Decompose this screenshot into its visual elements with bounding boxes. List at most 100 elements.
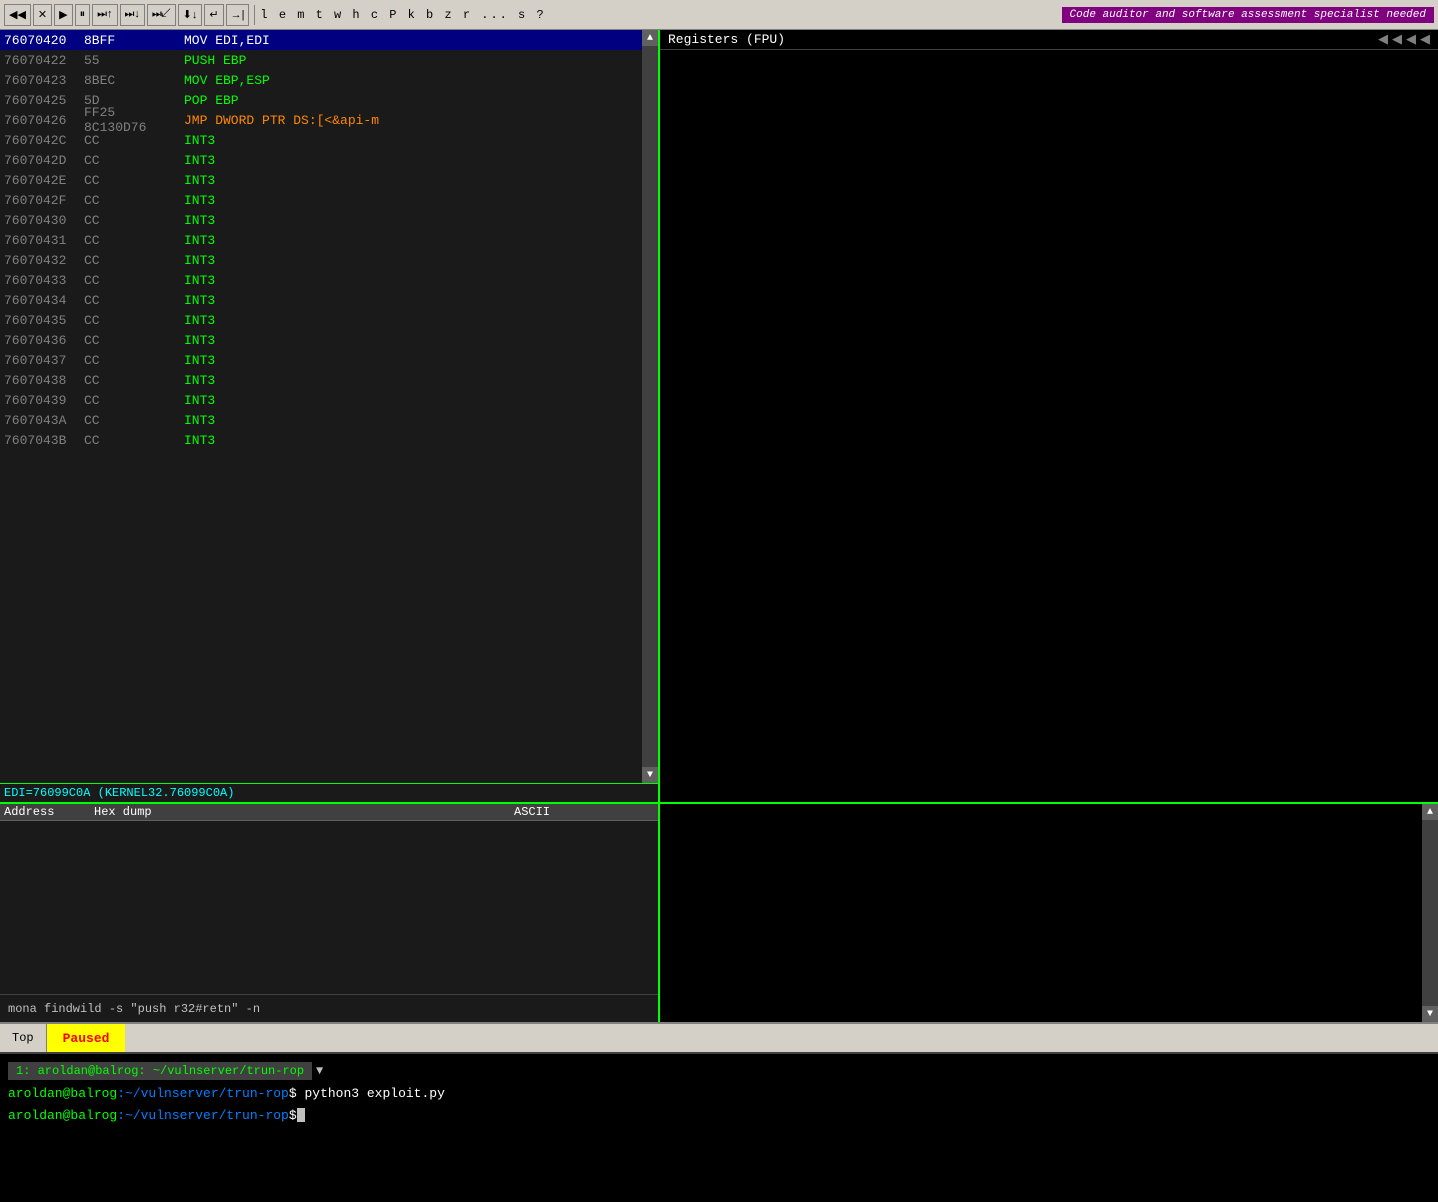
disasm-row[interactable]: 76070431CCINT3 [0, 230, 642, 250]
status-top-label: Top [0, 1024, 47, 1052]
disasm-bytes: CC [84, 313, 184, 328]
disasm-mnemonic: INT3 [184, 153, 638, 168]
hex-panel: Address Hex dump ASCII [0, 804, 660, 1022]
reg-arrow-left3[interactable]: ◀ [1406, 32, 1416, 47]
disasm-row[interactable]: 76070436CCINT3 [0, 330, 642, 350]
disasm-row[interactable]: 76070438CCINT3 [0, 370, 642, 390]
scroll-down-arrow[interactable]: ▼ [642, 767, 658, 783]
disasm-row[interactable]: 7607042255PUSH EBP [0, 50, 642, 70]
term-cmd-1: $ python3 exploit.py [289, 1086, 445, 1101]
disasm-bytes: CC [84, 393, 184, 408]
disasm-row[interactable]: 760704238BECMOV EBP,ESP [0, 70, 642, 90]
disasm-bytes: CC [84, 253, 184, 268]
disasm-row[interactable]: 76070437CCINT3 [0, 350, 642, 370]
disasm-row[interactable]: 7607043ACCINT3 [0, 410, 642, 430]
hex-col-dump-header: Hex dump [94, 805, 514, 819]
disasm-bytes: CC [84, 193, 184, 208]
hex-col-ascii-header: ASCII [514, 805, 654, 819]
stack-scroll-down[interactable]: ▼ [1422, 1006, 1438, 1022]
disasm-address: 7607042E [4, 173, 84, 188]
toolbar-step-out[interactable]: ⏭↙ [147, 4, 176, 26]
disasm-row[interactable]: 7607042CCCINT3 [0, 130, 642, 150]
disasm-mnemonic: INT3 [184, 273, 638, 288]
terminal-line-2: aroldan@balrog:~/vulnserver/trun-rop$ [8, 1104, 1430, 1126]
toolbar-execute[interactable]: ↵ [204, 4, 223, 26]
disasm-mnemonic: INT3 [184, 313, 638, 328]
disasm-bytes: CC [84, 133, 184, 148]
disasm-mnemonic: INT3 [184, 393, 638, 408]
disasm-address: 76070423 [4, 73, 84, 88]
disasm-address: 76070434 [4, 293, 84, 308]
disasm-address: 76070431 [4, 233, 84, 248]
disasm-row[interactable]: 7607042FCCINT3 [0, 190, 642, 210]
toolbar-step-over[interactable]: ⏭↓ [120, 4, 145, 26]
command-area [0, 994, 658, 1022]
disasm-address: 76070435 [4, 313, 84, 328]
disasm-mnemonic: MOV EDI,EDI [184, 33, 638, 48]
toolbar-play[interactable]: ▶ [54, 4, 72, 26]
toolbar-stop[interactable]: ✕ [33, 4, 52, 26]
registers-panel: Registers (FPU) ◀ ◀ ◀ ◀ [660, 30, 1438, 802]
toolbar-rewind[interactable]: ◀◀ [4, 4, 31, 26]
disasm-status: EDI=76099C0A (KERNEL32.76099C0A) [0, 783, 658, 802]
disasm-mnemonic: INT3 [184, 413, 638, 428]
toolbar-pause[interactable]: ⏸ [75, 4, 91, 26]
terminal-cursor [297, 1108, 305, 1122]
disasm-row[interactable]: 76070434CCINT3 [0, 290, 642, 310]
disasm-mnemonic: INT3 [184, 433, 638, 448]
disasm-bytes: CC [84, 333, 184, 348]
bottom-status-bar: Top Paused [0, 1022, 1438, 1052]
toolbar-trace[interactable]: →| [226, 4, 250, 26]
stack-scroll-up[interactable]: ▲ [1422, 804, 1438, 820]
terminal-tab[interactable]: 1: aroldan@balrog: ~/vulnserver/trun-rop… [8, 1060, 1430, 1082]
toolbar-run-to[interactable]: ⬇↓ [178, 4, 203, 26]
disasm-address: 76070436 [4, 333, 84, 348]
disasm-wrapper: 760704208BFFMOV EDI,EDI7607042255PUSH EB… [0, 30, 658, 783]
hex-content [0, 821, 658, 994]
disasm-row[interactable]: 7607043BCCINT3 [0, 430, 642, 450]
stack-panel: ▲ ▼ [660, 804, 1438, 1022]
reg-arrow-left1[interactable]: ◀ [1378, 32, 1388, 47]
disasm-row[interactable]: 76070435CCINT3 [0, 310, 642, 330]
disasm-row[interactable]: 76070426FF25 8C130D76JMP DWORD PTR DS:[<… [0, 110, 642, 130]
disasm-rows: 760704208BFFMOV EDI,EDI7607042255PUSH EB… [0, 30, 642, 783]
status-paused-label: Paused [47, 1024, 126, 1052]
disasm-row[interactable]: 76070432CCINT3 [0, 250, 642, 270]
command-input[interactable] [8, 1002, 650, 1016]
term-path-2: :~/vulnserver/trun-rop [117, 1108, 289, 1123]
stack-scrollbar[interactable]: ▲ ▼ [1422, 804, 1438, 1022]
registers-nav: ◀ ◀ ◀ ◀ [1378, 32, 1430, 47]
disasm-bytes: 8BEC [84, 73, 184, 88]
toolbar-letters: l e m t w h c P k b z r ... s ? [260, 8, 545, 22]
disasm-row[interactable]: 760704208BFFMOV EDI,EDI [0, 30, 642, 50]
terminal-tab-arrow[interactable]: ▼ [312, 1064, 323, 1078]
disasm-mnemonic: INT3 [184, 133, 638, 148]
disasm-bytes: 8BFF [84, 33, 184, 48]
disasm-scrollbar[interactable]: ▲ ▼ [642, 30, 658, 783]
toolbar-step-into[interactable]: ⏭↑ [92, 4, 117, 26]
toolbar: ◀◀ ✕ ▶ ⏸ ⏭↑ ⏭↓ ⏭↙ ⬇↓ ↵ →| l e m t w h c … [0, 0, 1438, 30]
term-prompt-2: aroldan@balrog [8, 1108, 117, 1123]
disasm-bytes: 55 [84, 53, 184, 68]
term-cmd-2: $ [289, 1108, 297, 1123]
terminal-tab-label: 1: aroldan@balrog: ~/vulnserver/trun-rop [8, 1062, 312, 1080]
disasm-address: 76070425 [4, 93, 84, 108]
disasm-bytes: FF25 8C130D76 [84, 105, 184, 135]
toolbar-separator [254, 5, 255, 25]
disassembly-panel: 760704208BFFMOV EDI,EDI7607042255PUSH EB… [0, 30, 660, 802]
disasm-address: 76070430 [4, 213, 84, 228]
scroll-up-arrow[interactable]: ▲ [642, 30, 658, 46]
reg-arrow-left2[interactable]: ◀ [1392, 32, 1402, 47]
reg-arrow-left4[interactable]: ◀ [1420, 32, 1430, 47]
disasm-row[interactable]: 76070433CCINT3 [0, 270, 642, 290]
registers-content [660, 50, 1438, 802]
disasm-row[interactable]: 76070430CCINT3 [0, 210, 642, 230]
disasm-address: 7607043A [4, 413, 84, 428]
disasm-mnemonic: INT3 [184, 193, 638, 208]
disasm-row[interactable]: 76070439CCINT3 [0, 390, 642, 410]
term-path-1: :~/vulnserver/trun-rop [117, 1086, 289, 1101]
disasm-bytes: CC [84, 213, 184, 228]
disasm-row[interactable]: 7607042ECCINT3 [0, 170, 642, 190]
term-prompt-1: aroldan@balrog [8, 1086, 117, 1101]
disasm-row[interactable]: 7607042DCCINT3 [0, 150, 642, 170]
